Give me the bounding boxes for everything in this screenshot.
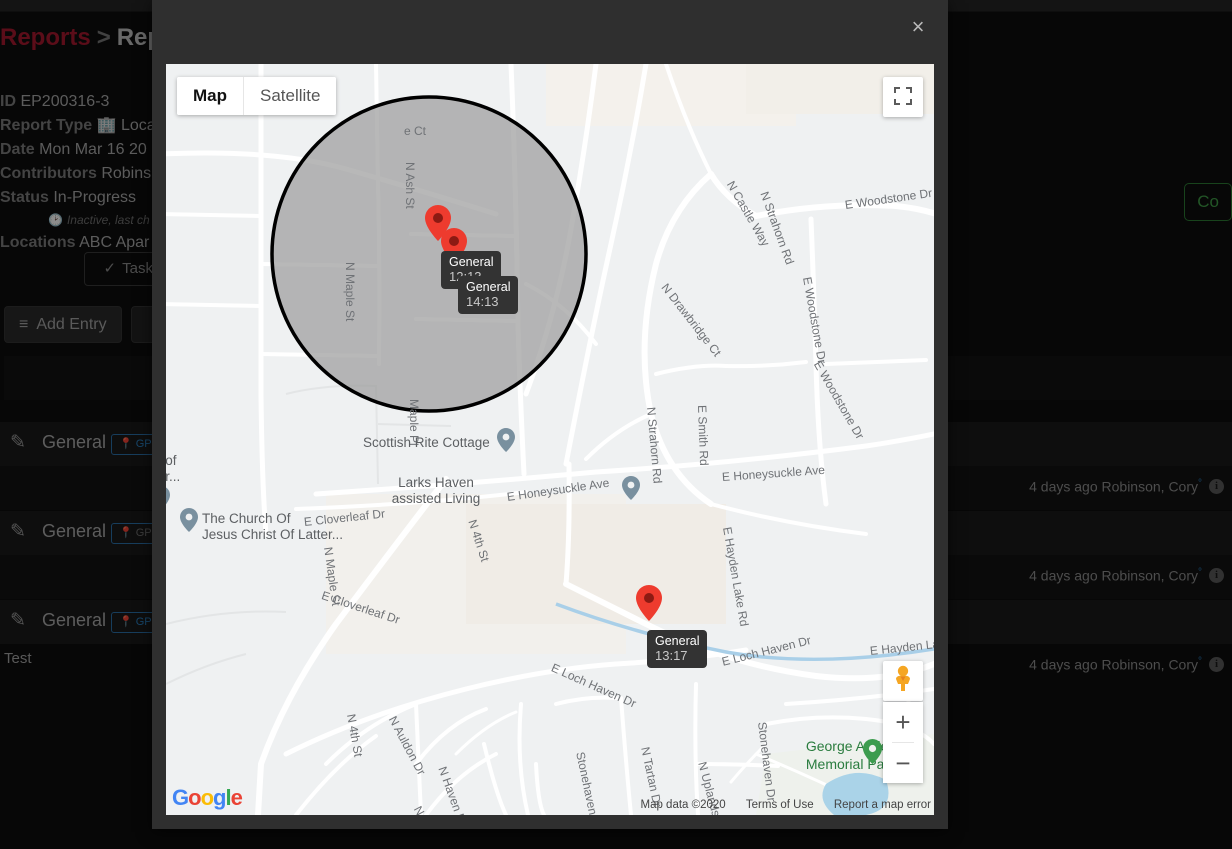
map-attribution: Map data ©2020 Terms of Use Report a map… xyxy=(166,796,934,815)
marker-tooltip-label: General xyxy=(449,255,494,269)
pegman-glyph xyxy=(896,665,910,691)
map-marker-pin[interactable] xyxy=(636,585,662,621)
marker-tooltip-label: General xyxy=(466,280,511,294)
park-pin-icon xyxy=(863,739,882,764)
poi-label-church: The Church Of Jesus Christ Of Latter... xyxy=(202,511,344,542)
zoom-out-button[interactable]: − xyxy=(883,743,923,783)
tab-satellite[interactable]: Satellite xyxy=(244,77,337,115)
poi-pin-icon xyxy=(166,487,170,505)
poi-pin-icon xyxy=(180,508,198,532)
marker-tooltip-time: 13:17 xyxy=(655,648,688,663)
poi-label-scottish-rite-cottage: Scottish Rite Cottage xyxy=(363,435,490,450)
street-label: e Ct xyxy=(404,124,427,138)
attrib-report-error[interactable]: Report a map error xyxy=(834,799,931,811)
street-label: N Maple St xyxy=(343,262,357,322)
poi-pin-icon xyxy=(497,428,515,452)
close-icon[interactable]: × xyxy=(904,13,932,41)
map-modal: × e Ct N Ash St N Maple St Maple Pl N Ca… xyxy=(152,0,948,829)
fullscreen-glyph xyxy=(894,86,912,105)
street-label: N Ash St xyxy=(403,162,417,209)
street-view-pegman-icon[interactable] xyxy=(883,661,923,701)
poi-label-truncated-left: n ofter... xyxy=(166,453,181,484)
poi-label-larks-haven: Larks Haven assisted Living xyxy=(391,475,481,506)
marker-tooltip-time: 14:13 xyxy=(466,294,499,309)
google-map[interactable]: e Ct N Ash St N Maple St Maple Pl N Castle W… xyxy=(166,64,934,815)
tab-map[interactable]: Map xyxy=(177,77,243,115)
fullscreen-icon[interactable] xyxy=(883,77,923,117)
poi-pin-icon xyxy=(622,476,640,500)
map-type-control[interactable]: Map Satellite xyxy=(177,77,337,115)
marker-tooltip: General 13:17 xyxy=(647,630,708,668)
attrib-map-data: Map data ©2020 xyxy=(640,799,726,811)
marker-tooltip: General 14:13 xyxy=(458,276,519,314)
marker-tooltip-label: General xyxy=(655,634,700,648)
map-tiles xyxy=(166,64,934,815)
zoom-control[interactable]: + − xyxy=(883,702,923,783)
street-label: E Smith Rd xyxy=(695,404,712,466)
attrib-terms-of-use[interactable]: Terms of Use xyxy=(746,799,814,811)
zoom-in-button[interactable]: + xyxy=(883,702,923,742)
